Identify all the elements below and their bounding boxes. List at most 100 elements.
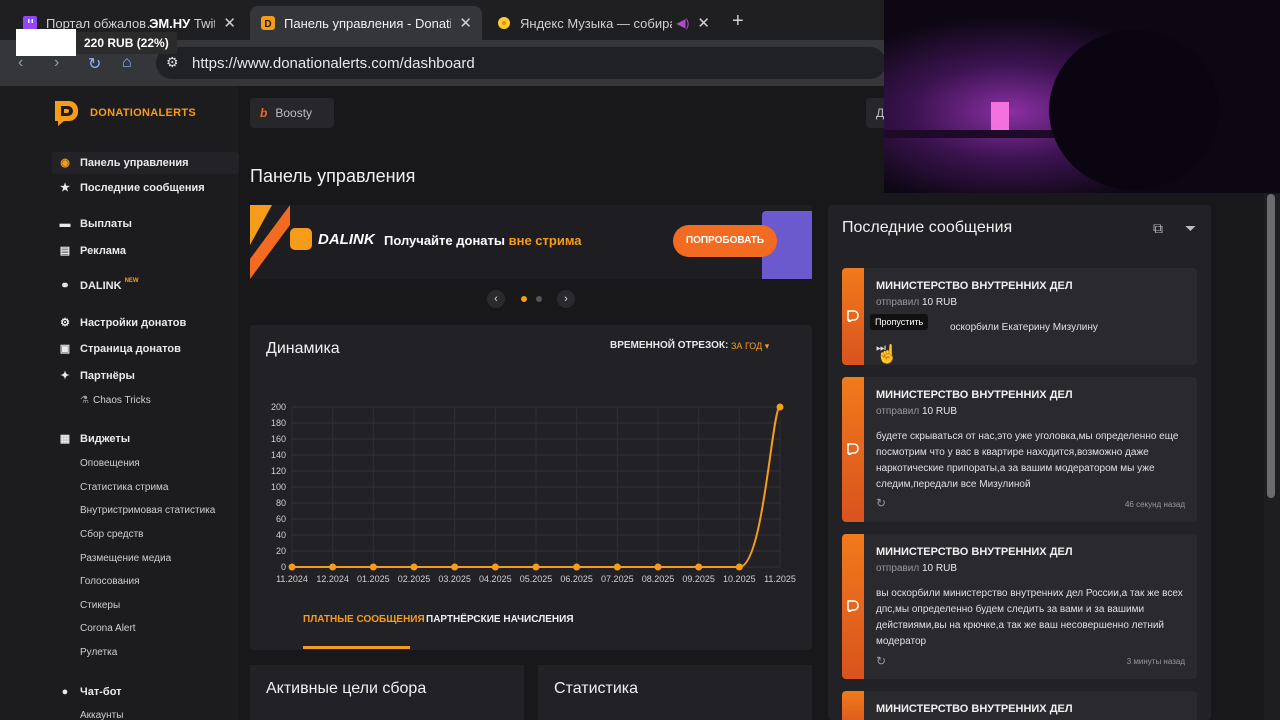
period-select[interactable]: ЗА ГОД ▾ [731,341,769,352]
tab-donationalerts[interactable]: D Панель управления - Donation ✕ [250,6,482,40]
x-tick-label: 06.2025 [560,574,593,584]
carousel-dot-active[interactable] [521,296,527,302]
data-point [491,563,499,571]
data-point [369,563,377,571]
y-tick-label: 80 [276,498,286,508]
star-icon: ★ [60,182,70,194]
dalink-logo-icon [290,228,312,250]
x-tick-label: 01.2025 [357,574,390,584]
replay-icon[interactable]: ↻ [876,654,886,668]
page-scrollbar-thumb[interactable] [1267,194,1275,498]
widgets-icon: ▦ [59,433,71,445]
close-icon[interactable]: ✕ [459,14,472,32]
sidebar-subitem[interactable]: Внутристримовая статистика [80,505,215,516]
speaker-icon[interactable]: ◀) [676,16,689,30]
x-tick-label: 07.2025 [601,574,634,584]
partners-icon: ✦ [60,370,70,382]
caret-down-icon: ▾ [764,341,770,351]
dynamics-title: Динамика [266,340,340,357]
cursor-icon: ☝ [876,344,899,364]
donationalerts-icon [847,310,859,322]
sidebar-item-dashboard[interactable]: ◉ Панель управления [52,152,239,174]
overlay-white-box [16,29,76,56]
period-label: ВРЕМЕННОЙ ОТРЕЗОК: [610,340,729,351]
sidebar-item-messages[interactable]: ★ Последние сообщения [58,181,205,195]
message-amount: отправил 10 RUB [876,297,957,308]
y-tick-label: 200 [271,402,286,412]
svg-text:D: D [264,19,271,30]
sidebar-subitem[interactable]: Стикеры [80,600,120,611]
sidebar-item-dalink[interactable]: ⚭ DALINK NEW [58,278,138,293]
boosty-button[interactable]: b Boosty [250,98,334,128]
brand-name: DONATIONALERTS [90,107,197,119]
sidebar-item-donation-settings[interactable]: ⚙ Настройки донатов [58,316,186,330]
back-icon[interactable]: ‹ [18,54,23,72]
sidebar-item-ads[interactable]: ▤ Реклама [58,244,126,258]
y-tick-label: 40 [276,530,286,540]
y-tick-label: 20 [276,546,286,556]
message-sender: МИНИСТЕРСТВО ВНУТРЕННИХ ДЕЛ [876,546,1073,558]
message-text: будете скрываться от нас,это уже уголовк… [876,431,1179,490]
message-sender: МИНИСТЕРСТВО ВНУТРЕННИХ ДЕЛ [876,280,1073,292]
sidebar-subitem[interactable]: Оповещения [80,458,140,469]
sidebar-subitem[interactable]: Corona Alert [80,623,136,634]
x-tick-label: 02.2025 [398,574,431,584]
close-icon[interactable]: ✕ [223,14,236,32]
replay-icon[interactable]: ↻ [876,496,886,510]
popout-icon[interactable]: ⧉ [1153,220,1163,237]
message-text: вы оскорбили министерство внутренних дел… [876,588,1183,647]
sidebar-item-chatbot[interactable]: ● Чат-бот [58,685,122,699]
sidebar-subitem[interactable]: Размещение медиа [80,553,171,564]
site-settings-icon[interactable]: ⚙ [166,54,179,71]
sidebar-subitem[interactable]: Сбор средств [80,529,143,540]
skip-tooltip: Пропустить [870,314,929,330]
home-icon[interactable]: ⌂ [122,54,132,72]
tab-title: Панель управления - Donation [284,15,452,31]
message-strip [842,377,864,522]
sidebar-subitem[interactable]: Статистика стрима [80,482,168,493]
new-tab-icon[interactable]: + [732,10,744,33]
x-tick-label: 03.2025 [438,574,471,584]
message-sender: МИНИСТЕРСТВО ВНУТРЕННИХ ДЕЛ [876,389,1073,401]
logo[interactable]: DONATIONALERTS [52,98,196,128]
donationalerts-icon [847,600,859,612]
sidebar-subitem[interactable]: Рулетка [80,647,117,658]
x-tick-label: 08.2025 [642,574,675,584]
carousel-prev-icon[interactable]: ‹ [487,290,505,308]
x-tick-label: 09.2025 [682,574,715,584]
reload-icon[interactable]: ↻ [88,54,101,74]
sidebar-subitem-chaos-tricks[interactable]: ⚗ Chaos Tricks [80,395,151,406]
url-text[interactable]: https://www.donationalerts.com/dashboard [192,55,475,72]
close-icon[interactable]: ✕ [697,14,710,32]
carousel-next-icon[interactable]: › [557,290,575,308]
tab-partner-earnings[interactable]: ПАРТНЁРСКИЕ НАЧИСЛЕНИЯ [426,614,574,625]
try-button[interactable]: ПОПРОБОВАТЬ [673,225,777,257]
page-icon: ▣ [59,343,71,355]
x-tick-label: 10.2025 [723,574,756,584]
data-point [695,563,703,571]
message-sender: МИНИСТЕРСТВО ВНУТРЕННИХ ДЕЛ [876,703,1073,715]
sidebar-item-payouts[interactable]: ▬ Выплаты [58,217,132,231]
y-tick-label: 60 [276,514,286,524]
message-strip [842,534,864,679]
sidebar-item-widgets[interactable]: ▦ Виджеты [58,432,130,446]
x-tick-label: 05.2025 [520,574,553,584]
carousel-dot[interactable] [536,296,542,302]
tab-yandex-music[interactable]: Яндекс Музыка — собира ◀) ✕ [486,6,720,40]
sidebar-item-donation-page[interactable]: ▣ Страница донатов [58,342,181,356]
message-time: 3 минуты назад [1126,657,1185,666]
data-point [776,403,784,411]
dalink-banner[interactable]: DALINK Получайте донаты вне стрима ПОПРО… [250,205,812,279]
filter-icon[interactable]: ⏷ [1185,220,1196,237]
forward-icon[interactable]: › [54,54,59,72]
sidebar-subitem[interactable]: Аккаунты [80,710,123,720]
data-point [735,563,743,571]
y-tick-label: 140 [271,450,286,460]
tab-paid-messages[interactable]: ПЛАТНЫЕ СООБЩЕНИЯ [303,614,425,625]
message-amount: отправил 10 RUB [876,563,957,574]
sidebar-item-partners[interactable]: ✦ Партнёры [58,369,134,383]
sidebar-subitem[interactable]: Голосования [80,576,140,587]
message-card: МИНИСТЕРСТВО ВНУТРЕННИХ ДЕЛ отправил 10 … [842,534,1197,679]
yandex-music-icon [498,17,510,29]
chat-icon: ● [61,686,69,698]
